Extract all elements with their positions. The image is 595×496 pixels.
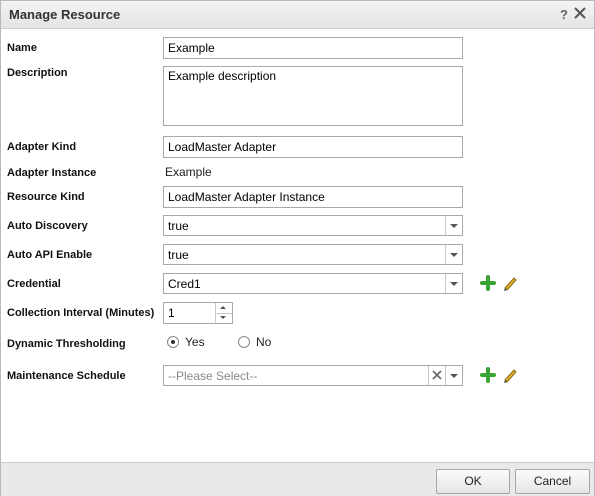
maintenance-schedule-label: Maintenance Schedule	[7, 370, 126, 382]
description-textarea[interactable]: Example description	[163, 66, 463, 126]
auto-api-enable-value: true	[168, 248, 189, 262]
name-input[interactable]	[163, 37, 463, 59]
auto-api-enable-label: Auto API Enable	[7, 249, 93, 261]
dropdown-arrow-icon[interactable]	[445, 216, 462, 235]
credential-label: Credential	[7, 278, 61, 290]
edit-icon[interactable]	[502, 275, 518, 291]
adapter-instance-label: Adapter Instance	[7, 167, 97, 179]
dropdown-arrow-icon[interactable]	[445, 274, 462, 293]
radio-yes-label: Yes	[185, 335, 205, 349]
auto-api-enable-select[interactable]: true	[163, 244, 463, 265]
resource-kind-input[interactable]	[163, 186, 463, 208]
dropdown-arrow-icon[interactable]	[445, 245, 462, 264]
radio-yes[interactable]	[167, 336, 179, 348]
clear-icon[interactable]	[428, 366, 445, 385]
dialog-title: Manage Resource	[9, 7, 121, 22]
auto-discovery-value: true	[168, 219, 189, 233]
add-icon[interactable]	[480, 275, 496, 291]
dynamic-thresholding-label: Dynamic Thresholding	[7, 338, 126, 350]
adapter-kind-input[interactable]	[163, 136, 463, 158]
adapter-kind-label: Adapter Kind	[7, 141, 77, 153]
cancel-button[interactable]: Cancel	[515, 469, 590, 494]
credential-value: Cred1	[168, 277, 201, 291]
auto-discovery-select[interactable]: true	[163, 215, 463, 236]
auto-discovery-label: Auto Discovery	[7, 220, 88, 232]
dialog-footer: OK Cancel	[1, 462, 594, 496]
dialog-titlebar: Manage Resource ?	[1, 1, 594, 29]
dropdown-arrow-icon[interactable]	[445, 366, 462, 385]
adapter-instance-value: Example	[165, 165, 212, 179]
help-icon[interactable]: ?	[560, 7, 568, 22]
close-icon[interactable]	[573, 5, 587, 21]
maintenance-schedule-placeholder: --Please Select--	[168, 369, 258, 383]
manage-resource-dialog: Manage Resource ? Name Description Examp…	[0, 0, 595, 496]
description-label: Description	[7, 67, 68, 79]
collection-interval-label: Collection Interval (Minutes)	[7, 307, 155, 319]
add-icon[interactable]	[480, 367, 496, 383]
collection-interval-value: 1	[168, 306, 175, 320]
collection-interval-spinner[interactable]: 1	[163, 302, 233, 324]
resource-kind-label: Resource Kind	[7, 191, 85, 203]
decrement-arrow-icon[interactable]	[215, 313, 232, 323]
name-label: Name	[7, 42, 37, 54]
edit-icon[interactable]	[502, 367, 518, 383]
maintenance-schedule-select[interactable]: --Please Select--	[163, 365, 463, 386]
credential-select[interactable]: Cred1	[163, 273, 463, 294]
radio-no-label: No	[256, 335, 272, 349]
radio-no[interactable]	[238, 336, 250, 348]
ok-button[interactable]: OK	[436, 469, 510, 494]
